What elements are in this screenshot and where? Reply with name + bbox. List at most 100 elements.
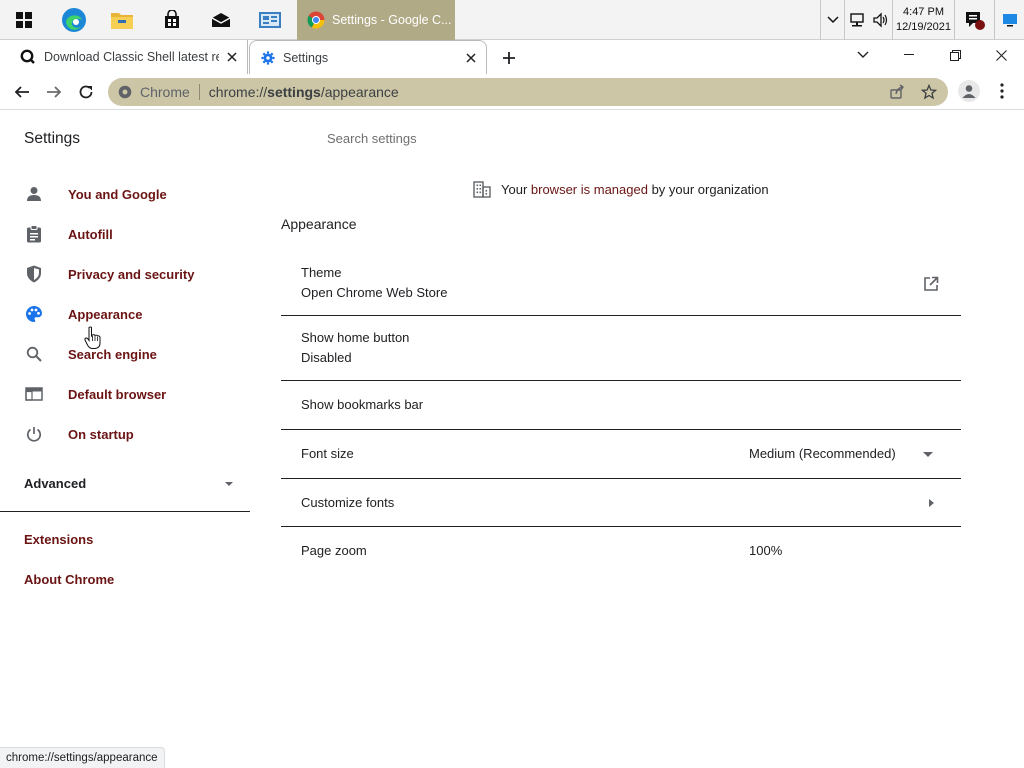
close-icon[interactable] [225, 50, 239, 64]
hand-cursor-icon [84, 326, 102, 355]
clock-date: 12/19/2021 [895, 21, 952, 33]
forward-icon[interactable] [42, 80, 66, 104]
dropdown-arrow-icon[interactable] [921, 448, 935, 462]
sidebar-item-label: On startup [68, 426, 134, 442]
page-zoom-row: Page zoom 100% [281, 527, 961, 573]
theme-sublabel: Open Chrome Web Store [301, 285, 448, 300]
page-zoom-label: Page zoom [301, 543, 367, 558]
volume-icon[interactable] [868, 0, 892, 40]
tab-search-icon[interactable] [840, 40, 886, 70]
caret-down-icon [224, 474, 234, 492]
shield-icon [24, 264, 44, 284]
theme-row[interactable]: Theme Open Chrome Web Store [281, 252, 961, 316]
external-link-icon[interactable] [921, 274, 941, 294]
managed-suffix: by your organization [647, 181, 769, 197]
browser-toolbar: Chrome chrome://settings/appearance [0, 74, 1024, 110]
sidebar-item-label: Appearance [68, 306, 143, 322]
search-icon [24, 344, 44, 364]
tab-download-classic-shell[interactable]: Download Classic Shell latest rele [0, 40, 248, 74]
minimize-icon[interactable] [886, 40, 932, 70]
windows-taskbar: Settings - Google C... 4:47 PM 12/19/202… [0, 0, 1024, 40]
site-chip: Chrome [140, 84, 190, 100]
star-icon[interactable] [920, 83, 938, 101]
settings-title: Settings [24, 130, 81, 147]
notification-icon[interactable] [954, 0, 994, 40]
browser-window-icon [24, 384, 44, 404]
url-path-bold: settings [267, 84, 321, 100]
control-panel-icon[interactable] [246, 0, 294, 40]
separator [198, 84, 200, 100]
system-tray: 4:47 PM 12/19/2021 [820, 0, 1024, 40]
back-icon[interactable] [10, 80, 34, 104]
sidebar-item-autofill[interactable]: Autofill [24, 220, 250, 248]
active-window-label: Settings - Google C... [332, 13, 452, 27]
customize-fonts-row[interactable]: Customize fonts [281, 479, 961, 527]
advanced-section-toggle[interactable]: Advanced [24, 472, 234, 494]
bookmarks-bar-label: Show bookmarks bar [301, 397, 424, 412]
advanced-label: Advanced [24, 475, 87, 491]
more-menu-icon[interactable] [996, 80, 1008, 102]
managed-link[interactable]: browser is managed [531, 182, 648, 197]
reload-icon[interactable] [74, 80, 98, 104]
close-icon[interactable] [464, 51, 478, 65]
close-window-icon[interactable] [978, 40, 1024, 70]
sidebar-item-label: Privacy and security [68, 266, 195, 282]
store-icon[interactable] [148, 0, 196, 40]
search-settings-input[interactable]: Search settings [327, 131, 417, 146]
active-chrome-window[interactable]: Settings - Google C... [297, 0, 455, 40]
font-size-label: Font size [301, 446, 354, 461]
desktop-icon[interactable] [994, 0, 1024, 40]
palette-icon [24, 304, 44, 324]
share-icon[interactable] [888, 83, 906, 101]
home-button-row[interactable]: Show home button Disabled [281, 316, 961, 381]
home-button-sublabel: Disabled [301, 350, 352, 365]
chevron-up-icon[interactable] [820, 0, 844, 40]
chrome-icon [307, 11, 325, 29]
profile-avatar-icon[interactable] [958, 80, 980, 102]
clipboard-icon [24, 224, 44, 244]
chrome-site-icon [118, 85, 132, 99]
sidebar-item-on-startup[interactable]: On startup [24, 420, 250, 448]
sidebar-item-label: You and Google [68, 186, 167, 202]
tab-settings[interactable]: Settings [249, 40, 487, 75]
sidebar-divider [0, 511, 250, 512]
tab-title: Download Classic Shell latest rele [44, 50, 219, 64]
building-icon [473, 181, 491, 198]
font-size-select[interactable]: Medium (Recommended) [749, 446, 896, 461]
customize-fonts-label: Customize fonts [301, 495, 395, 510]
sidebar-item-label: Autofill [68, 226, 113, 242]
managed-notice: Your browser is managed by your organiza… [473, 180, 769, 198]
clock[interactable]: 4:47 PM 12/19/2021 [892, 0, 954, 40]
sidebar-item-you-and-google[interactable]: You and Google [24, 180, 250, 208]
sidebar-item-privacy-and-security[interactable]: Privacy and security [24, 260, 250, 288]
person-icon [24, 184, 44, 204]
clock-time: 4:47 PM [903, 6, 944, 18]
font-size-row: Font size Medium (Recommended) [281, 430, 961, 479]
gear-icon [261, 51, 275, 65]
sidebar-item-default-browser[interactable]: Default browser [24, 380, 250, 408]
edge-icon[interactable] [50, 0, 98, 40]
address-bar[interactable]: Chrome chrome://settings/appearance [108, 78, 948, 106]
sidebar-link-extensions[interactable]: Extensions [24, 532, 93, 547]
home-button-label: Show home button [301, 330, 410, 345]
power-icon [24, 424, 44, 444]
page-zoom-select[interactable]: 100% [749, 543, 782, 558]
windows-start-icon[interactable] [0, 0, 48, 40]
sidebar-item-appearance[interactable]: Appearance [24, 300, 250, 328]
section-title-appearance: Appearance [281, 216, 357, 232]
tab-title: Settings [283, 51, 329, 65]
file-explorer-icon[interactable] [98, 0, 146, 40]
chevron-right-icon[interactable] [926, 496, 936, 510]
new-tab-button[interactable] [498, 47, 520, 69]
site-icon [20, 49, 35, 64]
sidebar-item-search-engine[interactable]: Search engine [24, 340, 250, 368]
network-icon[interactable] [844, 0, 868, 40]
mail-icon[interactable] [197, 0, 245, 40]
status-bar-url: chrome://settings/appearance [0, 747, 165, 768]
theme-label: Theme [301, 265, 342, 280]
restore-icon[interactable] [932, 40, 978, 70]
bookmarks-bar-row[interactable]: Show bookmarks bar [281, 381, 961, 430]
url-path-rest: /appearance [320, 84, 399, 100]
url-scheme: chrome:// [208, 84, 268, 100]
sidebar-link-about-chrome[interactable]: About Chrome [24, 572, 114, 587]
